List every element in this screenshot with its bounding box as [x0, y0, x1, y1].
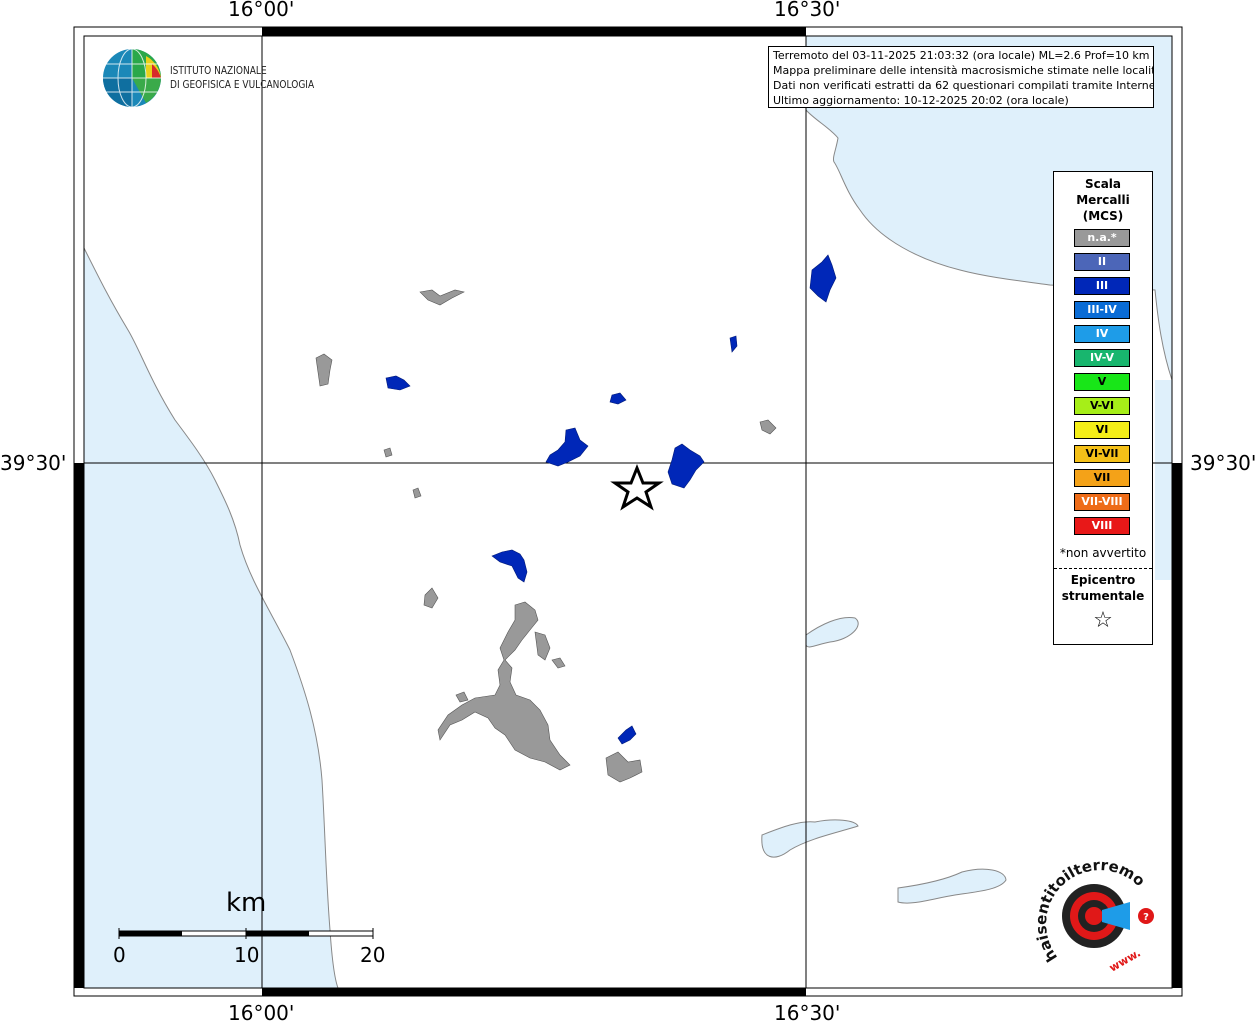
svg-text:?: ?	[1143, 912, 1149, 923]
legend-item-iv: IV	[1074, 325, 1130, 343]
legend-item-n-a: n.a.*	[1074, 229, 1130, 247]
lon-label-bottom-right: 16°30'	[774, 1001, 841, 1025]
lat-label-left: 39°30'	[0, 451, 67, 475]
lon-label-top-left: 16°00'	[228, 0, 295, 21]
legend-item-vi: VI	[1074, 421, 1130, 439]
legend-epicenter-line-1: Epicentro	[1070, 573, 1136, 587]
info-line-2: Mappa preliminare delle intensità macros…	[773, 64, 1154, 77]
legend-item-ii: II	[1074, 253, 1130, 271]
lon-label-top-right: 16°30'	[774, 0, 841, 21]
event-info-box: Terremoto del 03-11-2025 21:03:32 (ora l…	[768, 46, 1154, 108]
legend-item-v-vi: V-VI	[1074, 397, 1130, 415]
legend-title-line-1: Scala	[1084, 177, 1122, 191]
hsit-logo: ? haisentitoilterremoto.it www.	[1025, 836, 1160, 984]
lat-label-right: 39°30'	[1190, 451, 1255, 475]
legend-item-vii: VII	[1074, 469, 1130, 487]
legend-title-line-2: Mercalli	[1076, 193, 1130, 207]
legend-divider	[1054, 568, 1152, 569]
institute-line-2: DI GEOFISICA E VULCANOLOGIA	[170, 78, 315, 91]
legend-item-iii: III	[1074, 277, 1130, 295]
hsit-logo-www: www.	[1107, 946, 1143, 974]
legend-epicenter-label: Epicentro strumentale	[1054, 572, 1152, 604]
institute-name: ISTITUTO NAZIONALE DI GEOFISICA E VULCAN…	[170, 64, 314, 92]
legend-title: Scala Mercalli (MCS)	[1054, 176, 1152, 224]
lon-label-bottom-left: 16°00'	[228, 1001, 295, 1025]
legend-item-viii: VIII	[1074, 517, 1130, 535]
info-line-3: Dati non verificati estratti da 62 quest…	[773, 79, 1154, 92]
institute-line-1: ISTITUTO NAZIONALE	[170, 64, 267, 77]
info-line-4: Ultimo aggiornamento: 10-12-2025 20:02 (…	[773, 94, 1069, 107]
legend-item-vii-viii: VII-VIII	[1074, 493, 1130, 511]
scale-tick-10: 10	[234, 943, 260, 967]
legend-star-icon: ☆	[1093, 608, 1113, 633]
legend-item-iii-iv: III-IV	[1074, 301, 1130, 319]
legend-item-iv-v: IV-V	[1074, 349, 1130, 367]
scale-tick-0: 0	[113, 943, 126, 967]
legend-title-line-3: (MCS)	[1082, 209, 1124, 223]
scale-unit: km	[226, 888, 267, 918]
east-sea	[1155, 380, 1172, 580]
scale-tick-20: 20	[360, 943, 386, 967]
legend-note: *non avvertito	[1059, 546, 1147, 560]
legend-item-v: V	[1074, 373, 1130, 391]
info-line-1: Terremoto del 03-11-2025 21:03:32 (ora l…	[773, 49, 1150, 62]
legend-item-vi-vii: VI-VII	[1074, 445, 1130, 463]
legend-epicenter-line-2: strumentale	[1061, 589, 1145, 603]
ingv-logo	[102, 48, 162, 112]
intensity-legend: Scala Mercalli (MCS) n.a.* II III III-IV IV I…	[1053, 171, 1153, 645]
